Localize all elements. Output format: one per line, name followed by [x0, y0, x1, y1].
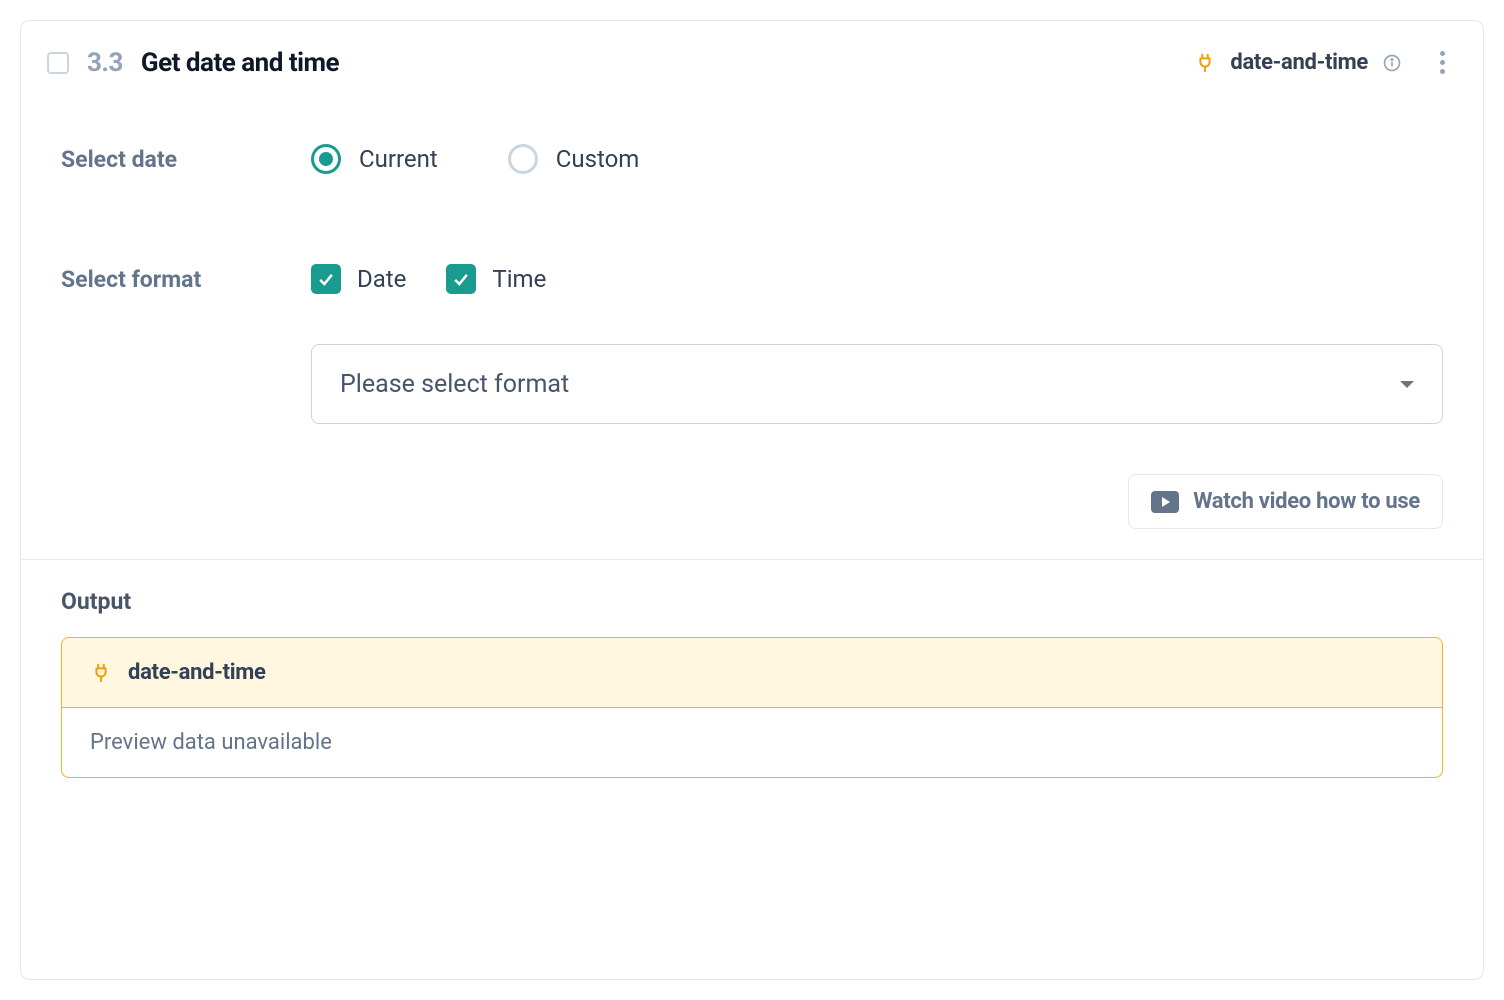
header-left: 3.3 Get date and time: [47, 48, 339, 78]
chevron-down-icon: [1400, 381, 1414, 388]
plugin-tag: date-and-time: [1230, 50, 1368, 75]
check-icon: [316, 269, 336, 289]
output-preview: Preview data unavailable: [62, 708, 1442, 777]
radio-indicator: [311, 144, 341, 174]
select-date-label: Select date: [61, 144, 311, 174]
check-time[interactable]: Time: [446, 264, 546, 294]
step-number: 3.3: [87, 48, 123, 78]
format-select[interactable]: Please select format: [311, 344, 1443, 424]
format-select-placeholder: Please select format: [340, 370, 569, 399]
select-date-content: Current Custom: [311, 144, 1443, 174]
select-date-row: Select date Current Custom: [61, 144, 1443, 174]
radio-current-label: Current: [359, 145, 438, 173]
check-icon: [451, 269, 471, 289]
select-format-label: Select format: [61, 264, 311, 424]
checkbox-indicator: [446, 264, 476, 294]
plug-icon: [90, 662, 112, 684]
step-select-checkbox[interactable]: [47, 52, 69, 74]
output-section: Output date-and-time Preview data unavai…: [21, 560, 1483, 806]
output-card-header[interactable]: date-and-time: [62, 638, 1442, 708]
radio-custom[interactable]: Custom: [508, 144, 640, 174]
check-date[interactable]: Date: [311, 264, 406, 294]
output-title: Output: [61, 588, 1443, 615]
step-title: Get date and time: [141, 48, 339, 78]
watch-video-label: Watch video how to use: [1193, 489, 1420, 514]
step-body: Select date Current Custom Select format: [21, 104, 1483, 444]
radio-custom-label: Custom: [556, 145, 640, 173]
radio-current[interactable]: Current: [311, 144, 438, 174]
radio-indicator: [508, 144, 538, 174]
plug-icon: [1194, 52, 1216, 74]
select-format-content: Date Time Please select format: [311, 264, 1443, 424]
date-radio-group: Current Custom: [311, 144, 1443, 174]
info-icon[interactable]: [1382, 53, 1402, 73]
more-menu-button[interactable]: [1432, 47, 1453, 78]
step-card: 3.3 Get date and time date-and-time Sele…: [20, 20, 1484, 980]
output-card: date-and-time Preview data unavailable: [61, 637, 1443, 778]
checkbox-indicator: [311, 264, 341, 294]
help-row: Watch video how to use: [21, 444, 1483, 559]
step-header: 3.3 Get date and time date-and-time: [21, 21, 1483, 104]
select-format-row: Select format Date Time: [61, 264, 1443, 424]
check-date-label: Date: [357, 265, 406, 293]
header-right: date-and-time: [1194, 47, 1453, 78]
watch-video-button[interactable]: Watch video how to use: [1128, 474, 1443, 529]
check-time-label: Time: [492, 265, 546, 293]
output-tag: date-and-time: [128, 660, 266, 685]
format-check-group: Date Time: [311, 264, 1443, 294]
play-icon: [1151, 491, 1179, 513]
